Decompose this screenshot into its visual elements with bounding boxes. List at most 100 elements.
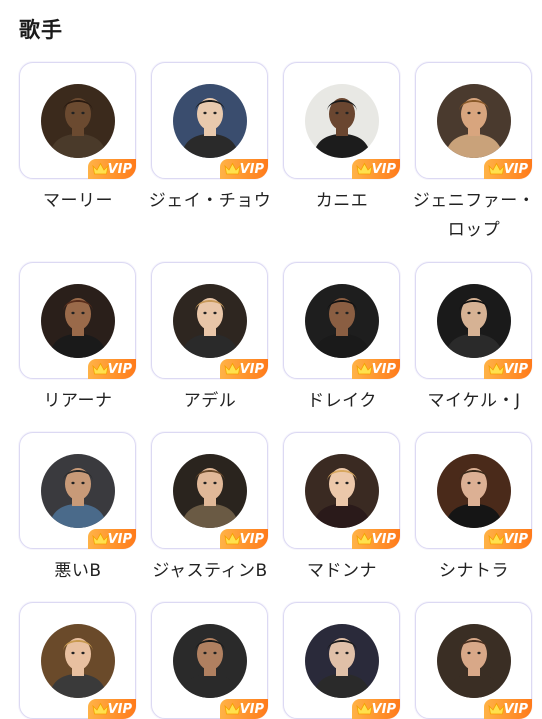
vip-badge: VIP: [352, 159, 400, 179]
singer-name[interactable]: マーリー: [13, 187, 143, 216]
vip-label: VIP: [107, 701, 132, 717]
vip-badge: VIP: [352, 359, 400, 379]
avatar: [41, 284, 115, 358]
singer-card[interactable]: VIP: [283, 262, 400, 379]
vip-badge: VIP: [88, 359, 136, 379]
crown-icon: [356, 702, 373, 715]
singer-portrait: [41, 84, 115, 158]
singer-portrait: [437, 284, 511, 358]
singer-portrait: [305, 284, 379, 358]
avatar: [437, 84, 511, 158]
vip-badge: VIP: [220, 159, 268, 179]
vip-badge: VIP: [88, 529, 136, 549]
singer-portrait: [173, 284, 247, 358]
singer-portrait: [305, 454, 379, 528]
singer-card[interactable]: VIP: [283, 432, 400, 549]
singer-card[interactable]: VIP: [283, 602, 400, 719]
singer-name[interactable]: ジャスティンB: [145, 557, 275, 586]
singer-card[interactable]: VIP: [415, 432, 532, 549]
vip-label: VIP: [503, 701, 528, 717]
vip-badge: VIP: [220, 529, 268, 549]
singer-name[interactable]: シナトラ: [409, 557, 539, 586]
singer-card[interactable]: VIP: [415, 62, 532, 179]
vip-badge: VIP: [352, 699, 400, 719]
singer-name[interactable]: アデル: [145, 387, 275, 416]
crown-icon: [224, 162, 241, 175]
crown-icon: [488, 702, 505, 715]
crown-icon: [488, 362, 505, 375]
vip-label: VIP: [371, 531, 396, 547]
singer-portrait: [173, 624, 247, 698]
avatar: [41, 454, 115, 528]
vip-label: VIP: [371, 361, 396, 377]
vip-label: VIP: [239, 701, 264, 717]
section-title: 歌手: [19, 18, 63, 42]
vip-label: VIP: [239, 361, 264, 377]
crown-icon: [92, 702, 109, 715]
singer-card[interactable]: VIP: [151, 62, 268, 179]
vip-label: VIP: [371, 161, 396, 177]
singer-card[interactable]: VIP: [19, 62, 136, 179]
vip-badge: VIP: [484, 159, 532, 179]
singer-portrait: [173, 454, 247, 528]
singer-name[interactable]: マドンナ: [277, 557, 407, 586]
crown-icon: [92, 162, 109, 175]
crown-icon: [92, 532, 109, 545]
crown-icon: [488, 162, 505, 175]
singer-portrait: [437, 84, 511, 158]
singer-portrait: [305, 624, 379, 698]
vip-label: VIP: [107, 361, 132, 377]
avatar: [305, 454, 379, 528]
singer-card[interactable]: VIP: [151, 262, 268, 379]
singer-card[interactable]: VIP: [151, 432, 268, 549]
crown-icon: [224, 702, 241, 715]
crown-icon: [92, 362, 109, 375]
singer-card[interactable]: VIP: [19, 432, 136, 549]
singer-card[interactable]: VIP: [283, 62, 400, 179]
singer-portrait: [41, 284, 115, 358]
crown-icon: [356, 532, 373, 545]
singer-name[interactable]: カニエ: [277, 187, 407, 216]
avatar: [437, 454, 511, 528]
singer-card[interactable]: VIP: [415, 602, 532, 719]
singer-portrait: [437, 624, 511, 698]
vip-label: VIP: [503, 161, 528, 177]
vip-label: VIP: [107, 161, 132, 177]
singer-name[interactable]: ジェニファー・ロップ: [409, 187, 539, 245]
crown-icon: [224, 532, 241, 545]
singer-name[interactable]: ドレイク: [277, 387, 407, 416]
crown-icon: [356, 162, 373, 175]
singer-card[interactable]: VIP: [19, 262, 136, 379]
vip-badge: VIP: [88, 159, 136, 179]
avatar: [173, 284, 247, 358]
avatar: [305, 84, 379, 158]
vip-label: VIP: [371, 701, 396, 717]
singer-name[interactable]: ジェイ・チョウ: [145, 187, 275, 216]
vip-badge: VIP: [220, 699, 268, 719]
singer-card[interactable]: VIP: [415, 262, 532, 379]
vip-badge: VIP: [484, 699, 532, 719]
vip-badge: VIP: [220, 359, 268, 379]
avatar: [41, 624, 115, 698]
singer-name[interactable]: 悪いB: [13, 557, 143, 586]
avatar: [173, 84, 247, 158]
avatar: [41, 84, 115, 158]
vip-badge: VIP: [484, 359, 532, 379]
vip-badge: VIP: [352, 529, 400, 549]
vip-label: VIP: [503, 361, 528, 377]
vip-badge: VIP: [88, 699, 136, 719]
avatar: [305, 284, 379, 358]
crown-icon: [224, 362, 241, 375]
vip-label: VIP: [107, 531, 132, 547]
singer-card[interactable]: VIP: [151, 602, 268, 719]
singer-card[interactable]: VIP: [19, 602, 136, 719]
avatar: [437, 284, 511, 358]
singer-name[interactable]: リアーナ: [13, 387, 143, 416]
singer-portrait: [437, 454, 511, 528]
singer-portrait: [173, 84, 247, 158]
avatar: [305, 624, 379, 698]
singer-portrait: [41, 624, 115, 698]
avatar: [173, 624, 247, 698]
vip-label: VIP: [503, 531, 528, 547]
singer-name[interactable]: マイケル・J: [409, 387, 539, 416]
